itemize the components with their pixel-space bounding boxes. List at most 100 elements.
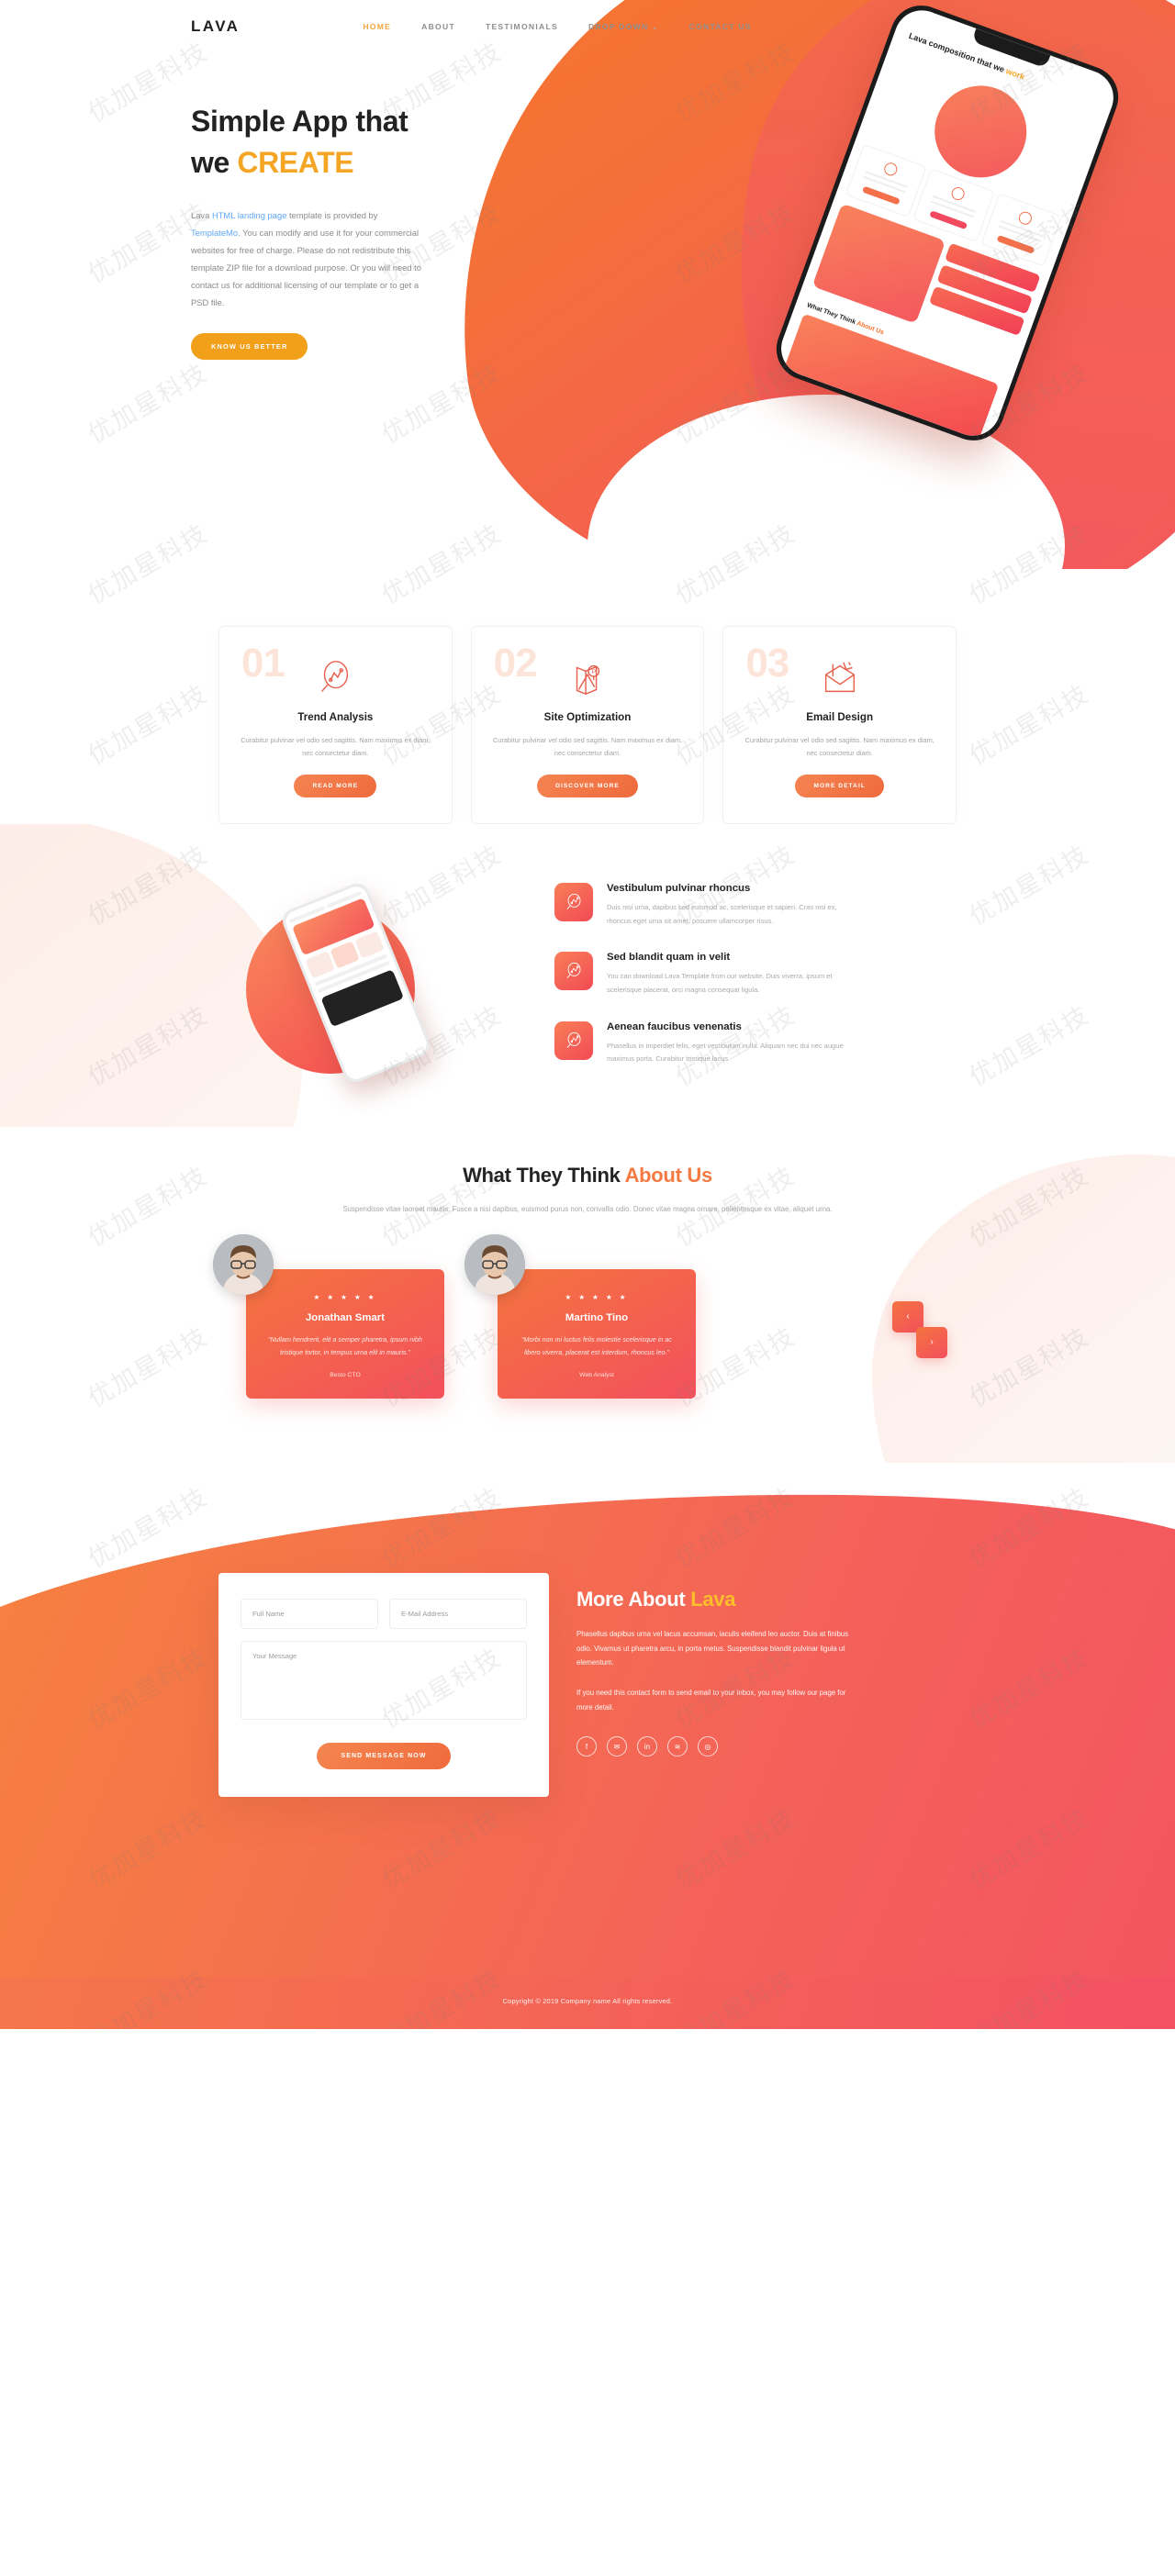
testimonials-heading-plain: What They Think — [463, 1163, 625, 1187]
features-section: 01 Trend Analysis Curabitur pulvinar vel… — [0, 569, 1175, 825]
feature-description: Curabitur pulvinar vel odio sed sagittis… — [744, 736, 934, 758]
nav-item-about[interactable]: ABOUT — [421, 22, 455, 31]
testimonial-martino-tino: ★ ★ ★ ★ ★ Martino Tino “Morbi non mi luc… — [464, 1234, 696, 1400]
magnifier-chart-icon — [313, 656, 357, 700]
testimonials-section: What They Think About Us Suspendisse vit… — [0, 1126, 1175, 1464]
about-section: Vestibulum pulvinar rhoncus Duis nisi ur… — [0, 824, 1175, 1127]
testimonials-heading: What They Think About Us — [0, 1164, 1175, 1188]
nav-item-drop-down[interactable]: DROP DOWN ⌄ — [588, 22, 659, 31]
message-textarea[interactable] — [241, 1641, 527, 1721]
hero-paragraph: Lava HTML landing page template is provi… — [191, 206, 426, 312]
feature-card-site-optimization[interactable]: 02 P Site Optimization Curabitur pulvina… — [470, 626, 705, 825]
feature-number: 02 — [493, 641, 538, 686]
feature-title: Email Design — [806, 711, 874, 723]
feature-title: Trend Analysis — [297, 711, 374, 723]
about-item-title: Sed blandit quam in velit — [607, 952, 731, 964]
copyright-text: Copyright © 2019 Company name All rights… — [502, 1997, 673, 2006]
read-more-button[interactable]: READ MORE — [294, 775, 377, 798]
about-phone-mini — [305, 951, 335, 979]
contact-row: SEND MESSAGE NOW More About Lava Phasell… — [83, 1573, 1092, 1798]
rss-icon[interactable]: ≋ — [667, 1736, 688, 1757]
linkedin-icon[interactable]: in — [637, 1736, 657, 1757]
full-name-input[interactable] — [241, 1599, 378, 1630]
twitter-icon[interactable]: ✉ — [607, 1736, 627, 1757]
dribbble-icon[interactable]: ◎ — [698, 1736, 718, 1757]
contact-heading: More About Lava — [576, 1588, 957, 1611]
feature-card-email-design[interactable]: 03 Email Design Curabitur pulvinar vel o… — [722, 626, 957, 825]
magnifier-chart-icon — [554, 1020, 593, 1060]
site-logo[interactable]: LAVA — [191, 17, 240, 36]
about-phone-mini — [354, 931, 385, 959]
hero-p-part1: Lava — [191, 209, 212, 220]
feature-card-trend-analysis[interactable]: 01 Trend Analysis Curabitur pulvinar vel… — [218, 626, 453, 825]
hero-link-html-landing-page[interactable]: HTML landing page — [212, 210, 286, 220]
discover-more-button[interactable]: DISCOVER MORE — [537, 775, 638, 798]
contact-paragraph-2: If you need this contact form to send em… — [576, 1688, 846, 1712]
about-item-description: You can download Lava Template from our … — [607, 972, 833, 994]
phone-title-accent: work — [1004, 66, 1026, 82]
contact-paragraph-1: Phasellus dapibus urna vel lacus accumsa… — [576, 1630, 849, 1667]
email-input[interactable] — [389, 1599, 527, 1630]
testimonial-card: ★ ★ ★ ★ ★ Jonathan Smart “Nullam hendrer… — [246, 1269, 444, 1400]
hero-title-line2-accent: CREATE — [237, 146, 354, 180]
about-item-title: Aenean faucibus venenatis — [607, 1020, 742, 1032]
testimonials-subtitle: Suspendisse vitae laoreet mauris. Fusce … — [342, 1204, 833, 1213]
about-item-title: Vestibulum pulvinar rhoncus — [607, 883, 751, 895]
contact-heading-plain: More About — [576, 1588, 691, 1611]
nav-item-contact-us[interactable]: CONTACT US — [689, 22, 752, 31]
about-item-text: Aenean faucibus venenatis Phasellus in i… — [607, 1021, 853, 1066]
about-item-aenean: Aenean faucibus venenatis Phasellus in i… — [554, 1020, 957, 1066]
about-item-description: Duis nisi urna, dapibus sed euismod ac, … — [607, 903, 837, 925]
about-item-text: Vestibulum pulvinar rhoncus Duis nisi ur… — [607, 883, 853, 928]
map-pin-icon: P — [565, 656, 610, 700]
nav-links: HOME ABOUT TESTIMONIALS DROP DOWN ⌄ CONTA… — [363, 22, 751, 31]
feature-description: Curabitur pulvinar vel odio sed sagittis… — [241, 736, 431, 758]
nav-item-testimonials[interactable]: TESTIMONIALS — [486, 22, 558, 31]
feature-number: 01 — [241, 641, 285, 686]
svg-text:P: P — [592, 669, 597, 675]
contact-info: More About Lava Phasellus dapibus urna v… — [576, 1573, 957, 1797]
phone-card-icon — [1017, 209, 1035, 227]
carousel-next-button[interactable]: › — [916, 1326, 947, 1358]
more-detail-button[interactable]: MORE DETAIL — [795, 775, 884, 798]
testimonial-card: ★ ★ ★ ★ ★ Martino Tino “Morbi non mi luc… — [498, 1269, 696, 1400]
hero-link-templatemo[interactable]: TemplateMo — [191, 228, 238, 238]
nav-item-home[interactable]: HOME — [363, 22, 391, 31]
hero-p-part3: . You can modify and use it for your com… — [191, 227, 422, 308]
about-phone-mini — [330, 941, 360, 969]
testimonial-role: Besto CTO — [330, 1372, 361, 1379]
avatar — [213, 1234, 274, 1296]
magnifier-chart-icon — [554, 883, 593, 922]
contact-section: SEND MESSAGE NOW More About Lava Phasell… — [0, 1463, 1175, 1978]
phone-card-icon — [949, 185, 967, 203]
about-row: Vestibulum pulvinar rhoncus Duis nisi ur… — [83, 875, 1092, 1090]
send-message-button[interactable]: SEND MESSAGE NOW — [317, 1743, 451, 1770]
page-footer: Copyright © 2019 Company name All rights… — [0, 1977, 1175, 2030]
about-list: Vestibulum pulvinar rhoncus Duis nisi ur… — [554, 875, 957, 1090]
testimonials-heading-accent: About Us — [624, 1163, 713, 1187]
envelope-icon — [818, 656, 862, 700]
testimonial-quote: “Morbi non mi luctus felis molestie scel… — [521, 1335, 672, 1357]
landing-page: LAVA HOME ABOUT TESTIMONIALS DROP DOWN ⌄ … — [0, 0, 1175, 2030]
nav-item-drop-down-label: DROP DOWN — [588, 22, 649, 31]
contact-form-row — [241, 1599, 527, 1630]
feature-title: Site Optimization — [543, 711, 632, 723]
contact-form: SEND MESSAGE NOW — [218, 1573, 549, 1798]
know-us-better-button[interactable]: KNOW US BETTER — [191, 333, 308, 361]
feature-number: 03 — [745, 641, 789, 686]
about-item-sed-blandit: Sed blandit quam in velit You can downlo… — [554, 952, 957, 997]
contact-heading-accent: Lava — [690, 1588, 736, 1611]
facebook-icon[interactable]: f — [576, 1736, 597, 1757]
rating-stars: ★ ★ ★ ★ ★ — [313, 1293, 377, 1302]
testimonials-header: What They Think About Us Suspendisse vit… — [0, 1164, 1175, 1216]
hero-title-line2-plain: we — [191, 146, 238, 180]
testimonial-name: Martino Tino — [565, 1312, 629, 1324]
contact-submit-wrap: SEND MESSAGE NOW — [241, 1743, 527, 1770]
phone-card-icon — [881, 161, 899, 178]
hero-title-line1: Simple App that — [191, 105, 408, 138]
about-phone-area — [218, 875, 512, 1090]
avatar — [464, 1234, 525, 1296]
about-item-description: Phasellus in imperdiet felis, eget vesti… — [607, 1041, 844, 1064]
magnifier-chart-icon — [554, 952, 593, 991]
about-item-vestibulum: Vestibulum pulvinar rhoncus Duis nisi ur… — [554, 883, 957, 928]
